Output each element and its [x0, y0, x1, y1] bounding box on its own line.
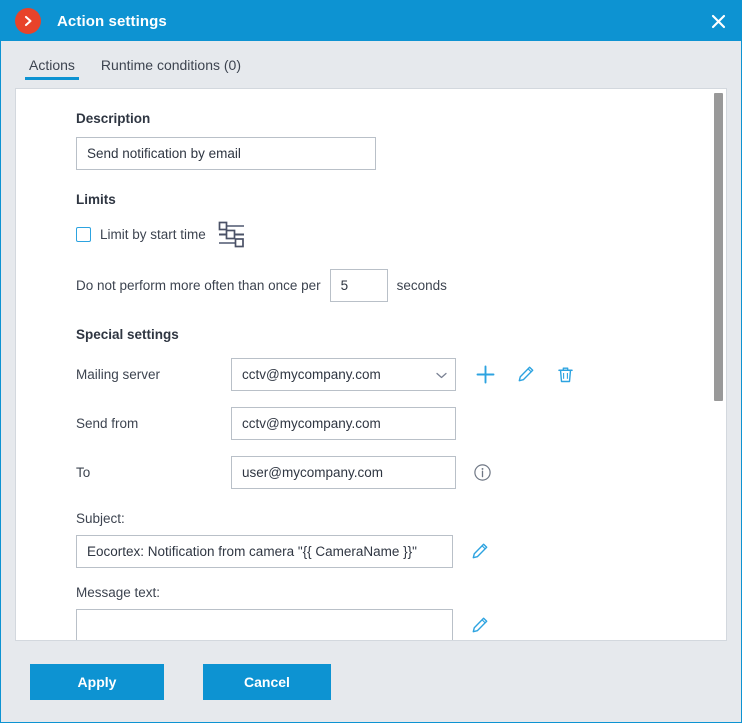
interval-prefix-label: Do not perform more often than once per	[76, 278, 321, 293]
title-bar: Action settings	[1, 1, 741, 41]
page-title: Action settings	[57, 12, 167, 30]
pencil-icon[interactable]	[514, 364, 536, 386]
pencil-icon[interactable]	[468, 541, 490, 563]
trash-icon[interactable]	[554, 364, 576, 386]
subject-label: Subject:	[76, 511, 125, 526]
description-input[interactable]	[76, 137, 376, 170]
dialog-footer: Apply Cancel	[1, 641, 741, 722]
to-row: To	[16, 456, 726, 489]
action-settings-dialog: Action settings Actions Runtime conditio…	[0, 0, 742, 723]
limit-by-start-time-label: Limit by start time	[100, 227, 206, 242]
info-icon[interactable]	[471, 462, 493, 484]
message-text-label: Message text:	[76, 585, 161, 600]
subject-row	[76, 535, 726, 568]
tab-actions[interactable]: Actions	[25, 57, 79, 80]
tab-runtime-conditions-label: Runtime conditions (0)	[100, 57, 241, 73]
close-icon[interactable]	[695, 1, 741, 41]
tab-bar: Actions Runtime conditions (0)	[1, 41, 741, 88]
pencil-icon[interactable]	[468, 615, 490, 637]
cancel-button[interactable]: Cancel	[203, 663, 331, 700]
send-from-input[interactable]	[231, 407, 456, 440]
mailing-server-label: Mailing server	[76, 367, 161, 382]
plus-icon[interactable]	[474, 364, 496, 386]
subject-input[interactable]	[76, 535, 453, 568]
apply-button[interactable]: Apply	[30, 663, 164, 700]
sliders-icon[interactable]	[217, 221, 246, 248]
mailing-server-value[interactable]	[231, 358, 456, 391]
special-settings-section-title: Special settings	[76, 327, 179, 342]
description-section-title: Description	[76, 111, 151, 126]
settings-panel: Description Limits Limit by start time	[15, 88, 727, 641]
mailing-server-select[interactable]	[231, 358, 456, 391]
settings-panel-content: Description Limits Limit by start time	[16, 89, 726, 640]
interval-suffix-label: seconds	[396, 278, 447, 293]
limit-by-start-time-checkbox[interactable]	[76, 227, 91, 242]
tab-actions-label: Actions	[29, 57, 75, 73]
chevron-right-circle-icon	[15, 8, 41, 34]
message-text-row	[76, 609, 726, 640]
scrollbar-thumb[interactable]	[714, 93, 723, 401]
send-from-row: Send from	[16, 407, 726, 440]
to-label: To	[76, 465, 91, 480]
message-text-input[interactable]	[76, 609, 453, 640]
vertical-scrollbar[interactable]	[711, 89, 726, 640]
limit-by-start-time-row: Limit by start time	[76, 221, 726, 248]
interval-input[interactable]	[329, 269, 388, 302]
settings-panel-wrapper: Description Limits Limit by start time	[15, 88, 727, 641]
tab-runtime-conditions[interactable]: Runtime conditions (0)	[97, 57, 245, 80]
mailing-server-row: Mailing server	[16, 358, 726, 391]
send-from-label: Send from	[76, 416, 139, 431]
to-input[interactable]	[231, 456, 456, 489]
interval-row: Do not perform more often than once per …	[76, 269, 726, 302]
limits-section-title: Limits	[76, 192, 116, 207]
